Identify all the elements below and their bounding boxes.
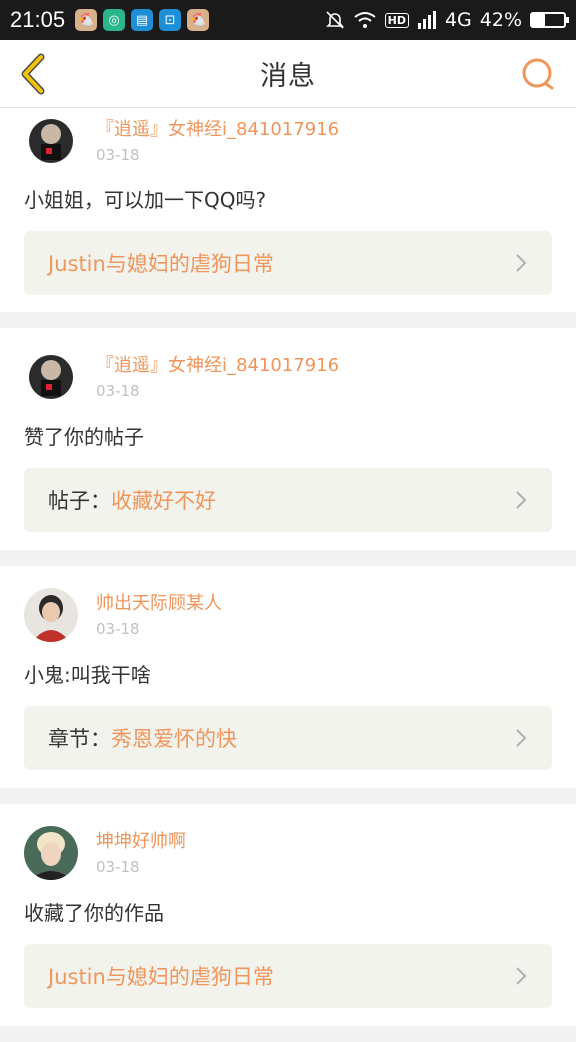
reference-link[interactable]: Justin与媳妇的虐狗日常 (24, 231, 552, 295)
back-chevron-icon (21, 53, 45, 95)
message-text: 小姐姐，可以加一下QQ吗? (24, 188, 267, 212)
avatar[interactable] (24, 114, 78, 168)
hd-badge: HD (384, 12, 409, 28)
wifi-icon (353, 12, 376, 28)
reference-prefix: 帖子： (48, 489, 111, 513)
message-list: 『逍遥』女神经i_841017916 03-18 小姐姐，可以加一下QQ吗? J… (0, 108, 576, 1042)
status-bar: 21:05 🐔 ◎ ▤ ⊡ 🐔 HD 4G 42% (0, 0, 576, 40)
username[interactable]: 帅出天际顾某人 (96, 592, 222, 616)
message-card: 『逍遥』女神经i_841017916 03-18 赞了你的帖子 帖子： 收藏好不… (0, 328, 576, 550)
chicken-app-icon: 🐔 (75, 9, 98, 31)
status-time: 21:05 (10, 7, 66, 32)
message-text: 小鬼:叫我干啥 (24, 663, 151, 687)
message-card: 坤坤好帅啊 03-18 收藏了你的作品 Justin与媳妇的虐狗日常 (0, 804, 576, 1026)
username[interactable]: 『逍遥』女神经i_841017916 (96, 354, 339, 378)
battery-icon (530, 12, 569, 28)
chat-app-icon: ▤ (131, 9, 154, 31)
chicken-app-icon-2: 🐔 (187, 9, 210, 31)
reference-title: Justin与媳妇的虐狗日常 (48, 252, 274, 276)
reference-link[interactable]: 章节： 秀恩爱怀的快 (24, 706, 552, 770)
avatar[interactable] (24, 826, 78, 880)
message-text: 赞了你的帖子 (24, 425, 144, 449)
timestamp: 03-18 (96, 858, 140, 876)
chevron-right-icon (516, 491, 527, 509)
reference-link[interactable]: 帖子： 收藏好不好 (24, 468, 552, 532)
scan-app-icon: ⊡ (159, 9, 182, 31)
message-card: 帅出天际顾某人 03-18 小鬼:叫我干啥 章节： 秀恩爱怀的快 (0, 566, 576, 788)
network-type: 4G (444, 9, 472, 31)
reference-title: Justin与媳妇的虐狗日常 (48, 965, 274, 989)
reference-link[interactable]: Justin与媳妇的虐狗日常 (24, 944, 552, 1008)
reference-title: 秀恩爱怀的快 (111, 727, 237, 751)
username[interactable]: 坤坤好帅啊 (96, 830, 186, 854)
reference-title: 收藏好不好 (111, 489, 216, 513)
signal-icon (417, 11, 436, 29)
search-icon[interactable] (518, 54, 558, 94)
timestamp: 03-18 (96, 146, 140, 164)
chevron-right-icon (516, 967, 527, 985)
page-title: 消息 (260, 61, 316, 92)
green-app-icon: ◎ (103, 9, 126, 31)
timestamp: 03-18 (96, 382, 140, 400)
message-text: 收藏了你的作品 (24, 901, 164, 925)
reference-prefix: 章节： (48, 727, 111, 751)
back-button[interactable] (10, 50, 54, 98)
nav-bar: 消息 (0, 40, 576, 108)
timestamp: 03-18 (96, 620, 140, 638)
chevron-right-icon (516, 729, 527, 747)
message-card: 『逍遥』女神经i_841017916 03-18 小姐姐，可以加一下QQ吗? J… (0, 108, 576, 312)
chevron-right-icon (516, 254, 527, 272)
mute-bell-icon (325, 11, 344, 29)
battery-percent: 42% (479, 9, 522, 31)
avatar[interactable] (24, 350, 78, 404)
avatar[interactable] (24, 588, 78, 642)
username[interactable]: 『逍遥』女神经i_841017916 (96, 118, 339, 142)
